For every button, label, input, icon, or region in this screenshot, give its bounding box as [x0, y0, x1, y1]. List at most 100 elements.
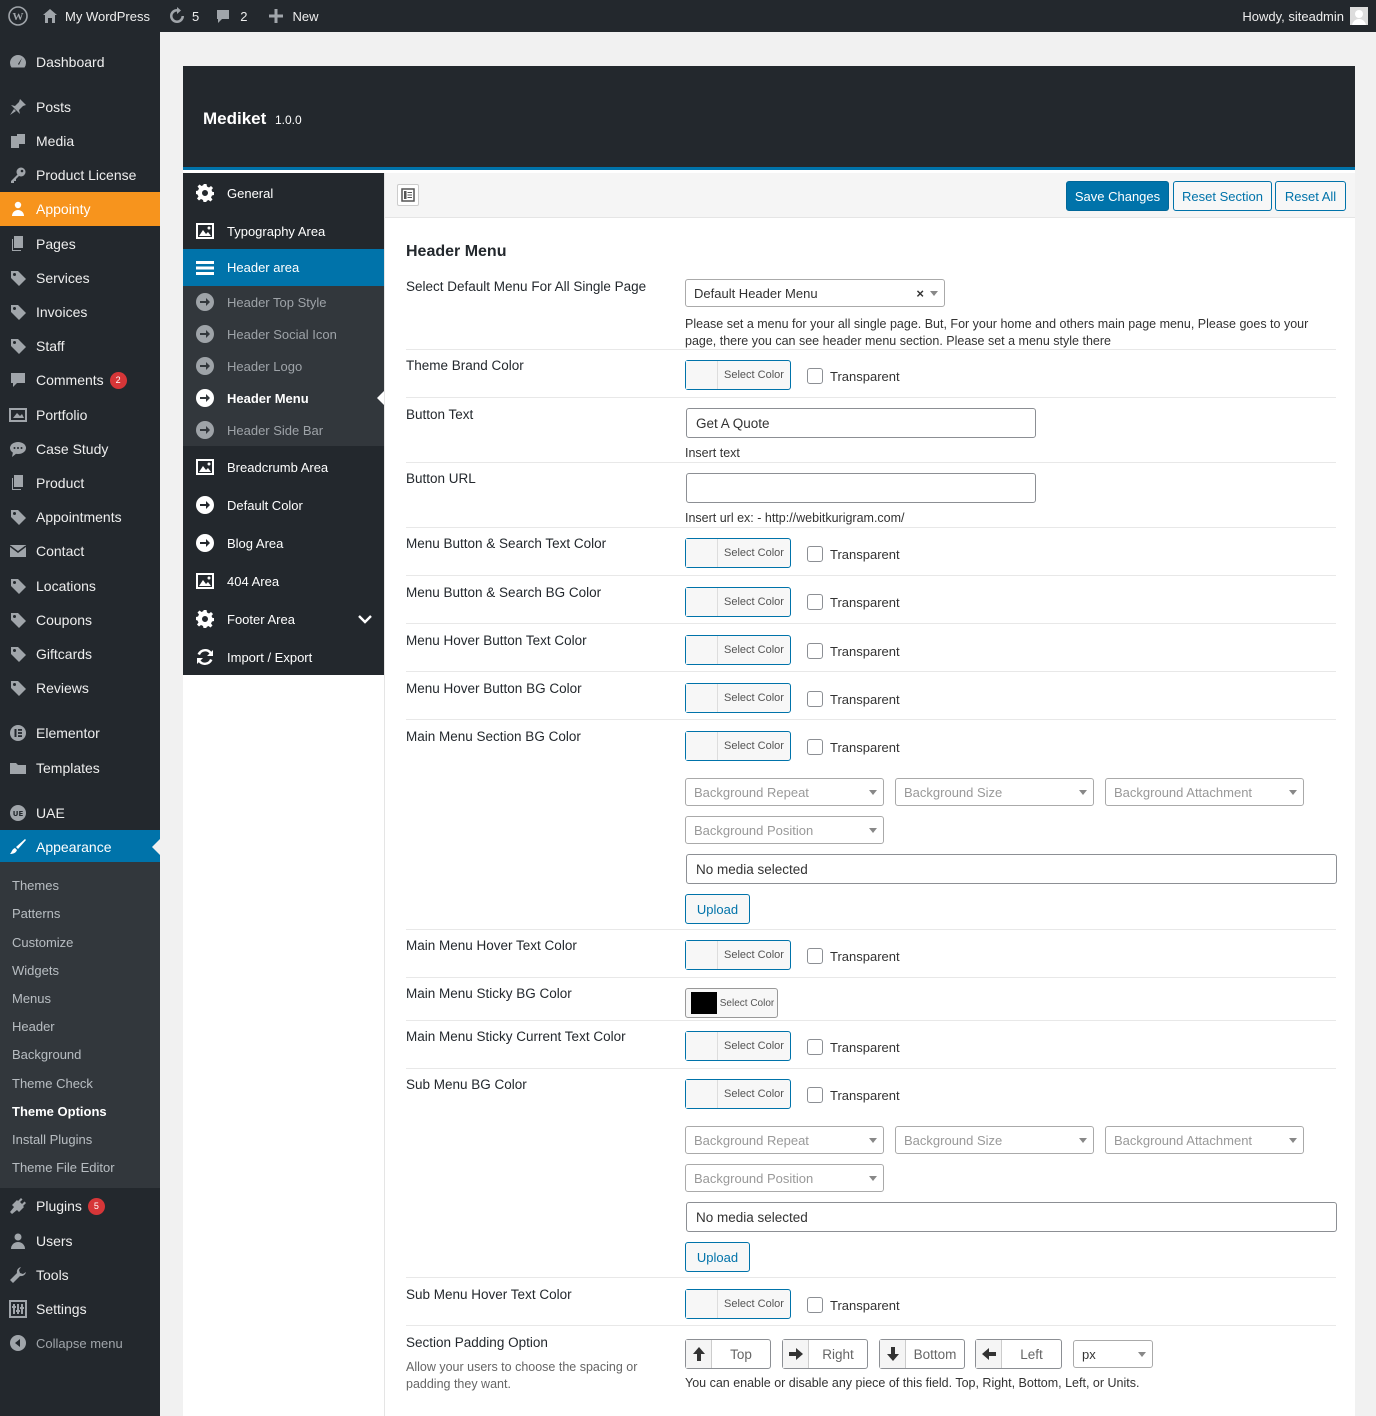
- nav-header-area[interactable]: Header area: [183, 249, 384, 286]
- menu-product-license[interactable]: Product License: [0, 158, 160, 192]
- bg-repeat-select[interactable]: Background Repeat: [685, 1126, 884, 1154]
- menu-coupons[interactable]: Coupons: [0, 603, 160, 637]
- menu-pages[interactable]: Pages: [0, 227, 160, 261]
- menu-templates[interactable]: Templates: [0, 751, 160, 785]
- nav-import-export[interactable]: Import / Export: [183, 638, 384, 676]
- padding-right-input[interactable]: Right: [782, 1339, 868, 1369]
- default-menu-select[interactable]: Default Header Menu ×: [685, 279, 945, 307]
- expand-options-button[interactable]: [397, 184, 419, 206]
- submenu-theme-check[interactable]: Theme Check: [12, 1076, 93, 1091]
- upload-button[interactable]: Upload: [685, 1242, 750, 1272]
- menu-tools[interactable]: Tools: [0, 1258, 160, 1292]
- checkbox[interactable]: [807, 1039, 823, 1055]
- bg-attachment-select[interactable]: Background Attachment: [1105, 778, 1304, 806]
- menu-comments[interactable]: Comments 2: [0, 363, 160, 397]
- main-menu-section-bg-transparent[interactable]: Transparent: [807, 739, 900, 755]
- checkbox[interactable]: [807, 368, 823, 384]
- new-content-link[interactable]: New: [262, 0, 325, 32]
- main-menu-section-bg-picker[interactable]: Select Color: [685, 731, 791, 761]
- submenu-install-plugins[interactable]: Install Plugins: [12, 1132, 92, 1147]
- updates-link[interactable]: 5: [161, 0, 206, 32]
- submenu-background[interactable]: Background: [12, 1047, 81, 1062]
- menu-hover-btn-bg-transparent[interactable]: Transparent: [807, 691, 900, 707]
- menu-locations[interactable]: Locations: [0, 569, 160, 603]
- theme-brand-transparent[interactable]: Transparent: [807, 368, 900, 384]
- menu-portfolio[interactable]: Portfolio: [0, 398, 160, 432]
- nav-header-logo[interactable]: Header Logo: [183, 350, 384, 382]
- main-menu-sticky-bg-picker[interactable]: Select Color: [685, 988, 778, 1018]
- submenu-themes[interactable]: Themes: [12, 878, 59, 893]
- main-menu-sticky-current-picker[interactable]: Select Color: [685, 1031, 791, 1061]
- menu-posts[interactable]: Posts: [0, 90, 160, 124]
- nav-breadcrumb[interactable]: Breadcrumb Area: [183, 448, 384, 486]
- padding-left-input[interactable]: Left: [975, 1339, 1062, 1369]
- menu-reviews[interactable]: Reviews: [0, 671, 160, 705]
- menu-plugins[interactable]: Plugins 5: [0, 1189, 160, 1223]
- nav-default-color[interactable]: Default Color: [183, 486, 384, 524]
- menu-users[interactable]: Users: [0, 1224, 160, 1258]
- reset-all-button[interactable]: Reset All: [1275, 181, 1346, 211]
- menu-staff[interactable]: Staff: [0, 329, 160, 363]
- menu-product[interactable]: Product: [0, 466, 160, 500]
- nav-header-top-style[interactable]: Header Top Style: [183, 286, 384, 318]
- collapse-menu-button[interactable]: Collapse menu: [0, 1326, 160, 1360]
- bg-size-select[interactable]: Background Size: [895, 1126, 1094, 1154]
- menu-btn-text-color-picker[interactable]: Select Color: [685, 538, 791, 568]
- sub-menu-bg-picker[interactable]: Select Color: [685, 1079, 791, 1109]
- checkbox[interactable]: [807, 948, 823, 964]
- submenu-customize[interactable]: Customize: [12, 935, 73, 950]
- wordpress-logo-icon[interactable]: W: [0, 0, 35, 32]
- bg-position-select[interactable]: Background Position: [685, 1164, 884, 1192]
- sub-menu-bg-transparent[interactable]: Transparent: [807, 1087, 900, 1103]
- main-menu-hover-text-transparent[interactable]: Transparent: [807, 948, 900, 964]
- my-account[interactable]: Howdy, siteadmin: [1242, 7, 1376, 25]
- menu-elementor[interactable]: Elementor: [0, 716, 160, 750]
- nav-header-social-icon[interactable]: Header Social Icon: [183, 318, 384, 350]
- submenu-menus[interactable]: Menus: [12, 991, 51, 1006]
- theme-brand-color-picker[interactable]: Select Color: [685, 360, 791, 390]
- site-name-link[interactable]: My WordPress: [35, 0, 157, 32]
- nav-header-side-bar[interactable]: Header Side Bar: [183, 414, 384, 446]
- sub-menu-hover-text-picker[interactable]: Select Color: [685, 1289, 791, 1319]
- menu-hover-btn-bg-picker[interactable]: Select Color: [685, 683, 791, 713]
- submenu-theme-file-editor[interactable]: Theme File Editor: [12, 1160, 115, 1175]
- media-url-input[interactable]: No media selected: [686, 1202, 1337, 1232]
- media-url-input[interactable]: No media selected: [686, 854, 1337, 884]
- checkbox[interactable]: [807, 739, 823, 755]
- save-changes-button[interactable]: Save Changes: [1066, 181, 1169, 211]
- nav-typography[interactable]: Typography Area: [183, 212, 384, 250]
- upload-button[interactable]: Upload: [685, 894, 750, 924]
- menu-btn-bg-color-picker[interactable]: Select Color: [685, 587, 791, 617]
- submenu-patterns[interactable]: Patterns: [12, 906, 60, 921]
- nav-general[interactable]: General: [183, 174, 384, 212]
- reset-section-button[interactable]: Reset Section: [1173, 181, 1272, 211]
- checkbox[interactable]: [807, 546, 823, 562]
- menu-hover-btn-text-picker[interactable]: Select Color: [685, 635, 791, 665]
- padding-bottom-input[interactable]: Bottom: [879, 1339, 965, 1369]
- bg-attachment-select[interactable]: Background Attachment: [1105, 1126, 1304, 1154]
- main-menu-sticky-current-transparent[interactable]: Transparent: [807, 1039, 900, 1055]
- menu-services[interactable]: Services: [0, 261, 160, 295]
- menu-btn-bg-transparent[interactable]: Transparent: [807, 594, 900, 610]
- padding-top-input[interactable]: Top: [685, 1339, 771, 1369]
- bg-repeat-select[interactable]: Background Repeat: [685, 778, 884, 806]
- menu-contact[interactable]: Contact: [0, 534, 160, 568]
- menu-media[interactable]: Media: [0, 124, 160, 158]
- nav-404-area[interactable]: 404 Area: [183, 562, 384, 600]
- comments-link[interactable]: 2: [208, 0, 254, 32]
- checkbox[interactable]: [807, 643, 823, 659]
- menu-btn-text-transparent[interactable]: Transparent: [807, 546, 900, 562]
- clear-selection-icon[interactable]: ×: [916, 286, 924, 301]
- bg-size-select[interactable]: Background Size: [895, 778, 1094, 806]
- bg-position-select[interactable]: Background Position: [685, 816, 884, 844]
- menu-dashboard[interactable]: Dashboard: [0, 45, 160, 79]
- menu-appointments[interactable]: Appointments: [0, 500, 160, 534]
- menu-settings[interactable]: Settings: [0, 1292, 160, 1326]
- menu-uae[interactable]: UE UAE: [0, 796, 160, 830]
- checkbox[interactable]: [807, 1087, 823, 1103]
- nav-header-menu[interactable]: Header Menu: [183, 382, 384, 414]
- nav-blog-area[interactable]: Blog Area: [183, 524, 384, 562]
- checkbox[interactable]: [807, 594, 823, 610]
- menu-appearance[interactable]: Appearance: [0, 830, 160, 864]
- sub-menu-hover-text-transparent[interactable]: Transparent: [807, 1297, 900, 1313]
